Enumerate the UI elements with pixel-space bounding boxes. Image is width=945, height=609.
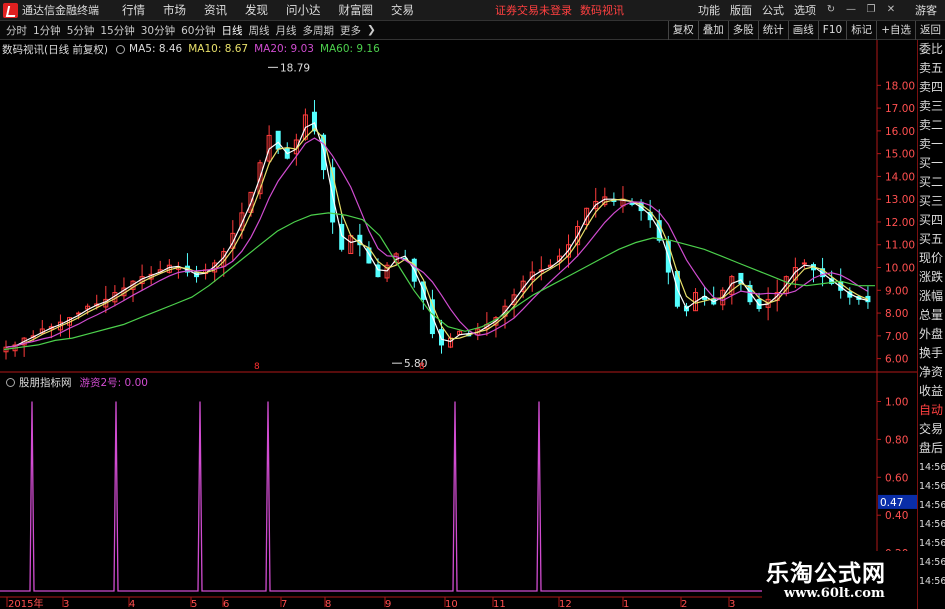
x-tick-label-9: 11 — [493, 599, 506, 609]
sub-y-tick-label-2: 0.60 — [885, 472, 908, 484]
sidebar-item-0[interactable]: 委比 — [918, 40, 945, 59]
sidebar-item-4[interactable]: 卖二 — [918, 116, 945, 135]
y-tick-label-12: 18.00 — [885, 80, 915, 92]
ma20-label: MA20: 9.03 — [254, 43, 314, 55]
sidebar-item-20[interactable]: 交易 — [918, 420, 945, 439]
main-info-line: 数码视讯(日线 前复权) MA5: 8.46 MA10: 8.67 MA20: … — [2, 42, 380, 56]
sub-y-tick-label-1: 0.40 — [885, 510, 908, 522]
sidebar-item-7[interactable]: 买二 — [918, 173, 945, 192]
stock-name-label: 数码视讯(日线 前复权) — [2, 43, 109, 56]
ma10-label: MA10: 8.67 — [188, 43, 249, 55]
event-marker-1: 8 — [419, 362, 425, 372]
ma5-line — [5, 122, 869, 348]
sidebar-item-10[interactable]: 买五 — [918, 230, 945, 249]
y-tick-label-6: 12.00 — [885, 217, 915, 229]
y-tick-label-1: 7.00 — [885, 331, 908, 343]
sidebar-item-5[interactable]: 卖一 — [918, 135, 945, 154]
y-tick-label-0: 6.00 — [885, 354, 908, 366]
x-tick-label-6: 8 — [325, 599, 331, 609]
sub-y-tick-label-4: 1.00 — [885, 396, 908, 408]
sidebar-item-6[interactable]: 买一 — [918, 154, 945, 173]
sidebar-item-18[interactable]: 收益 — [918, 382, 945, 401]
sub-settings-icon[interactable] — [6, 377, 15, 387]
x-tick-label-10: 12 — [559, 599, 572, 609]
y-tick-label-7: 13.00 — [885, 194, 915, 206]
x-tick-label-7: 9 — [385, 599, 391, 609]
sidebar-item-3[interactable]: 卖三 — [918, 97, 945, 116]
sidebar-item-12[interactable]: 涨跌 — [918, 268, 945, 287]
candle-body-88 — [801, 262, 807, 265]
sub-y-tick-label-3: 0.80 — [885, 434, 908, 446]
ma60-label: MA60: 9.16 — [319, 43, 380, 55]
x-tick-label-11: 1 — [623, 599, 629, 609]
sidebar-item-28[interactable]: 14:56 — [918, 572, 945, 591]
sidebar-item-17[interactable]: 净资 — [918, 363, 945, 382]
y-tick-label-4: 10.00 — [885, 263, 915, 275]
y-tick-label-2: 8.00 — [885, 308, 908, 320]
x-tick-label-13: 3 — [729, 599, 735, 609]
watermark: 乐淘公式网 www.60lt.com — [762, 551, 917, 609]
sidebar-item-25[interactable]: 14:56 — [918, 515, 945, 534]
ma10-line — [5, 127, 869, 348]
ma5-label: MA5: 8.46 — [129, 43, 183, 55]
annotation-label-0: 18.79 — [280, 62, 310, 74]
sidebar-item-16[interactable]: 换手 — [918, 344, 945, 363]
y-tick-label-5: 11.00 — [885, 240, 915, 252]
x-tick-label-2: 4 — [129, 599, 135, 609]
sidebar-item-19[interactable]: 自动 — [918, 401, 945, 420]
x-tick-label-1: 3 — [63, 599, 69, 609]
sidebar-item-13[interactable]: 涨幅 — [918, 287, 945, 306]
x-tick-label-8: 10 — [445, 599, 458, 609]
sidebar-item-26[interactable]: 14:56 — [918, 534, 945, 553]
quote-sidebar: 委比 卖五 卖四 卖三 卖二 卖一 买一 买二 买三 买四 买五 现价 涨跌 涨幅 总量 外盘 换手 净资 收益 自动… — [917, 40, 945, 609]
indicator-source-label: 股朋指标网 — [19, 376, 72, 389]
sidebar-item-2[interactable]: 卖四 — [918, 78, 945, 97]
watermark-title: 乐淘公式网 — [766, 560, 886, 587]
x-tick-label-0: 2015年 — [8, 597, 43, 609]
sidebar-item-21[interactable]: 盘后 — [918, 439, 945, 458]
x-tick-label-3: 5 — [191, 599, 197, 609]
y-tick-label-9: 15.00 — [885, 149, 915, 161]
sidebar-item-22[interactable]: 14:56 — [918, 458, 945, 477]
indicator-value-label: 游资2号: 0.00 — [79, 376, 148, 389]
x-tick-label-12: 2 — [681, 599, 687, 609]
x-tick-label-5: 7 — [281, 599, 287, 609]
sidebar-item-8[interactable]: 买三 — [918, 192, 945, 211]
candle-body-30 — [275, 130, 281, 150]
sidebar-item-1[interactable]: 卖五 — [918, 59, 945, 78]
sidebar-item-23[interactable]: 14:56 — [918, 477, 945, 496]
sidebar-item-24[interactable]: 14:56 — [918, 496, 945, 515]
y-tick-label-3: 9.00 — [885, 285, 908, 297]
sidebar-item-9[interactable]: 买四 — [918, 211, 945, 230]
price-chart[interactable]: 6.007.008.009.0010.0011.0012.0013.0014.0… — [0, 0, 945, 609]
event-marker-0: 8 — [254, 362, 260, 372]
candle-body-69 — [629, 202, 635, 205]
sub-info-line: 股朋指标网 游资2号: 0.00 — [2, 375, 148, 389]
x-tick-label-4: 6 — [223, 599, 229, 609]
y-tick-label-11: 17.00 — [885, 103, 915, 115]
indicator-line — [0, 401, 877, 592]
settings-circle-icon[interactable] — [116, 44, 126, 54]
sub-marker-label: 0.47 — [880, 497, 903, 509]
sidebar-item-27[interactable]: 14:56 — [918, 553, 945, 572]
sidebar-item-11[interactable]: 现价 — [918, 249, 945, 268]
y-tick-label-10: 16.00 — [885, 126, 915, 138]
sidebar-item-15[interactable]: 外盘 — [918, 325, 945, 344]
sidebar-item-14[interactable]: 总量 — [918, 306, 945, 325]
watermark-url: www.60lt.com — [784, 586, 885, 601]
y-tick-label-8: 14.00 — [885, 171, 915, 183]
